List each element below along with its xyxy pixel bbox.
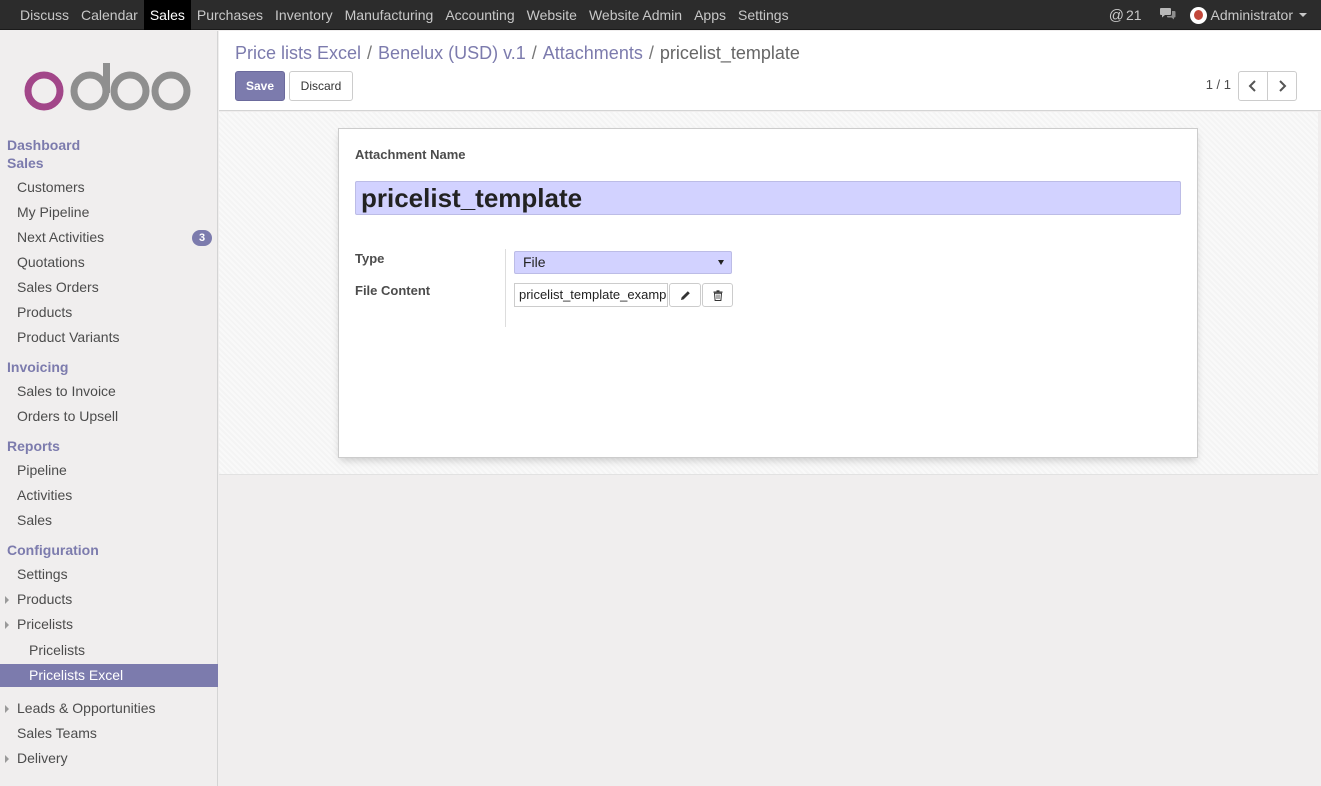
breadcrumb-current: pricelist_template: [659, 43, 800, 63]
breadcrumb-separator: /: [648, 43, 654, 63]
chevron-down-icon: [1299, 13, 1307, 17]
sidebar-item-product-variants[interactable]: Product Variants: [0, 325, 218, 350]
breadcrumb: Price lists Excel / Benelux (USD) v.1 / …: [235, 43, 800, 64]
dropdown-arrow-icon: [718, 260, 724, 265]
mentions-count: 21: [1125, 7, 1142, 23]
menu-discuss[interactable]: Discuss: [14, 0, 75, 30]
attachment-name-input[interactable]: pricelist_template: [355, 181, 1181, 215]
systray: @ 21 Administrator: [1109, 0, 1307, 30]
breadcrumb-price-lists-excel[interactable]: Price lists Excel: [235, 43, 361, 64]
type-label: Type: [355, 251, 385, 266]
trash-icon: [713, 289, 722, 301]
sidebar-item-settings[interactable]: Settings: [0, 562, 218, 587]
sidebar-item-label: Delivery: [17, 750, 68, 766]
sidebar-item-sales-teams[interactable]: Sales Teams: [0, 721, 218, 746]
label-divider: [505, 249, 506, 327]
menu-inventory[interactable]: Inventory: [269, 0, 339, 30]
sidebar-item-pricelists-excel[interactable]: Pricelists Excel: [0, 664, 218, 687]
menu-purchases[interactable]: Purchases: [191, 0, 269, 30]
user-menu[interactable]: Administrator: [1189, 6, 1307, 24]
menu-calendar[interactable]: Calendar: [75, 0, 144, 30]
edit-file-button[interactable]: [669, 283, 701, 307]
file-content-label: File Content: [355, 283, 431, 298]
sidebar-item-sales-to-invoice[interactable]: Sales to Invoice: [0, 379, 218, 404]
sidebar-item-pricelists[interactable]: Pricelists: [0, 612, 218, 637]
sidebar-item-orders-to-upsell[interactable]: Orders to Upsell: [0, 404, 218, 429]
sidebar-item-label: Pricelists: [17, 616, 74, 632]
section-reports: Reports: [7, 438, 60, 454]
sidebar-item-sales-orders[interactable]: Sales Orders: [0, 275, 218, 300]
sidebar-item-label: Products: [17, 591, 73, 607]
type-select[interactable]: File: [514, 251, 732, 274]
caret-right-icon: [5, 621, 9, 629]
section-invoicing: Invoicing: [7, 359, 69, 375]
delete-file-button[interactable]: [702, 283, 733, 307]
section-dashboard[interactable]: Dashboard: [7, 137, 80, 153]
sidebar-item-customers[interactable]: Customers: [0, 175, 218, 200]
type-selected-value: File: [523, 254, 546, 270]
control-panel: Price lists Excel / Benelux (USD) v.1 / …: [219, 31, 1321, 111]
avatar: [1189, 6, 1207, 24]
odoo-logo: [24, 63, 191, 111]
section-sales: Sales: [7, 155, 44, 171]
save-button[interactable]: Save: [235, 71, 285, 101]
user-name: Administrator: [1210, 7, 1293, 23]
caret-right-icon: [5, 755, 9, 763]
next-record-button[interactable]: [1267, 71, 1297, 101]
sidebar-item-label: Next Activities: [17, 229, 105, 245]
sidebar-item-my-pipeline[interactable]: My Pipeline: [0, 200, 218, 225]
app-menu: Discuss Calendar Sales Purchases Invento…: [14, 0, 795, 30]
file-content-input[interactable]: pricelist_template_example.xlsx: [514, 283, 668, 307]
mentions-indicator[interactable]: @ 21: [1109, 7, 1142, 24]
count-badge: 3: [192, 230, 212, 246]
sidebar-item-label: Leads & Opportunities: [17, 700, 156, 716]
chevron-left-icon: [1248, 80, 1256, 92]
top-navbar: Discuss Calendar Sales Purchases Invento…: [0, 0, 1321, 30]
form-sheet: Attachment Name pricelist_template Type …: [338, 128, 1198, 458]
breadcrumb-attachments[interactable]: Attachments: [543, 43, 643, 64]
sidebar-item-leads-opportunities[interactable]: Leads & Opportunities: [0, 696, 218, 721]
menu-apps[interactable]: Apps: [688, 0, 732, 30]
pager-value: 1 / 1: [1205, 77, 1231, 92]
menu-website[interactable]: Website: [521, 0, 583, 30]
discard-button[interactable]: Discard: [289, 71, 353, 101]
chevron-right-icon: [1279, 80, 1287, 92]
menu-manufacturing[interactable]: Manufacturing: [339, 0, 440, 30]
sidebar-item-pipeline[interactable]: Pipeline: [0, 458, 218, 483]
sidebar-item-activities[interactable]: Activities: [0, 483, 218, 508]
breadcrumb-separator: /: [531, 43, 537, 63]
sidebar-item-quotations[interactable]: Quotations: [0, 250, 218, 275]
menu-settings[interactable]: Settings: [732, 0, 795, 30]
sidebar-item-next-activities[interactable]: Next Activities 3: [0, 225, 218, 250]
section-configuration: Configuration: [7, 542, 99, 558]
sidebar-item-sales-report[interactable]: Sales: [0, 508, 218, 533]
menu-sales[interactable]: Sales: [143, 0, 191, 30]
menu-website-admin[interactable]: Website Admin: [583, 0, 688, 30]
at-icon: @: [1108, 6, 1124, 24]
chat-bubbles-icon: [1159, 7, 1176, 19]
sidebar-item-products[interactable]: Products: [0, 300, 218, 325]
breadcrumb-separator: /: [367, 43, 373, 63]
sidebar-item-pricelists-sub[interactable]: Pricelists: [0, 638, 218, 663]
caret-right-icon: [5, 596, 9, 604]
pager-buttons: [1238, 71, 1297, 101]
sidebar: Dashboard Sales Customers My Pipeline Ne…: [0, 31, 218, 786]
previous-record-button[interactable]: [1238, 71, 1268, 101]
chat-button[interactable]: [1159, 7, 1176, 24]
sidebar-item-config-products[interactable]: Products: [0, 587, 218, 612]
breadcrumb-benelux[interactable]: Benelux (USD) v.1: [378, 43, 526, 64]
pencil-icon: [680, 290, 690, 300]
attachment-name-label: Attachment Name: [355, 147, 466, 162]
sidebar-item-delivery[interactable]: Delivery: [0, 746, 218, 771]
caret-right-icon: [5, 705, 9, 713]
menu-accounting[interactable]: Accounting: [439, 0, 520, 30]
